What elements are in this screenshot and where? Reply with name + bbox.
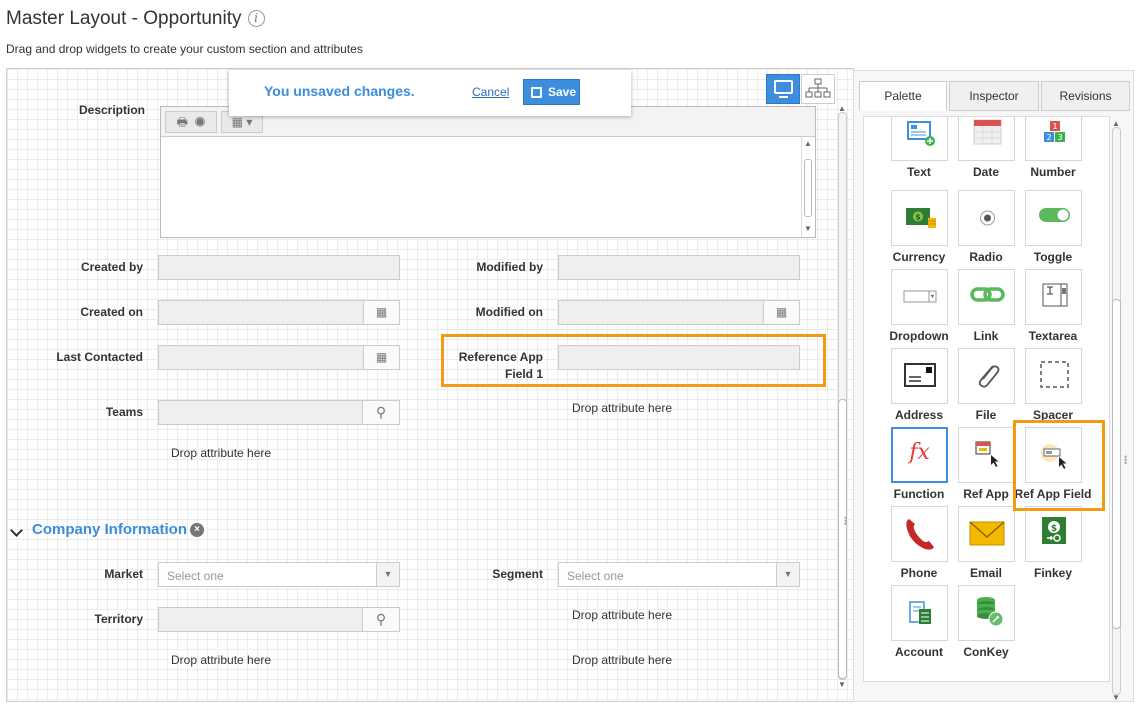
email-icon — [969, 521, 1005, 546]
monitor-icon — [774, 80, 793, 94]
modified-on-field[interactable]: ▦ — [558, 300, 800, 325]
territory-label: Territory — [94, 612, 143, 626]
address-widget-icon — [904, 363, 936, 387]
widget-finkey[interactable]: $ Finkey — [1023, 506, 1083, 586]
unsaved-notice: You unsaved changes. Cancel Save — [229, 70, 631, 116]
right-panel: Palette Inspector Revisions Text Date 1 … — [853, 70, 1134, 702]
textarea-widget-icon — [1042, 283, 1068, 307]
chevron-down-icon[interactable]: ▼ — [376, 562, 400, 587]
widget-textarea[interactable]: Textarea — [1023, 269, 1083, 349]
resize-grip[interactable]: • • • — [1124, 453, 1127, 468]
teams-label: Teams — [105, 405, 143, 419]
modified-by-label: Modified by — [476, 260, 543, 274]
segment-select[interactable]: Select one ▼ — [558, 562, 800, 587]
print-icon[interactable]: 🖶 ◉ — [165, 111, 217, 133]
widget-toggle[interactable]: Toggle — [1023, 190, 1083, 270]
drop-zone[interactable]: Drop attribute here — [572, 653, 672, 667]
calendar-icon[interactable]: ▦ — [763, 300, 800, 325]
svg-text:2: 2 — [1046, 133, 1051, 142]
drop-zone[interactable]: Drop attribute here — [572, 608, 672, 622]
function-icon: fx — [909, 440, 930, 465]
drop-zone[interactable]: Drop attribute here — [572, 401, 672, 415]
spacer-widget-icon — [1040, 361, 1069, 388]
territory-field[interactable]: ⚲ — [158, 607, 400, 632]
segment-label: Segment — [492, 567, 543, 581]
tree-view-button[interactable] — [801, 74, 835, 104]
svg-text:1: 1 — [1052, 122, 1057, 131]
tab-palette[interactable]: Palette — [859, 81, 947, 111]
unsaved-message: You unsaved changes. — [264, 83, 415, 99]
ref-app-widget-icon — [975, 441, 999, 467]
search-icon[interactable]: ⚲ — [362, 607, 400, 632]
widget-highlight — [1013, 420, 1105, 511]
created-on-label: Created on — [80, 305, 143, 319]
canvas-scrollbar[interactable]: ▲ ▼ — [835, 104, 849, 690]
info-icon[interactable]: i — [247, 10, 265, 27]
widget-conkey[interactable]: ConKey — [956, 585, 1016, 665]
description-label: Description — [78, 103, 145, 117]
save-icon — [531, 87, 542, 98]
conkey-icon — [977, 597, 1004, 627]
paperclip-icon — [978, 365, 1000, 388]
phone-icon — [906, 519, 934, 550]
resize-grip[interactable]: • • • — [844, 514, 847, 529]
search-icon[interactable]: ⚲ — [362, 400, 400, 425]
finkey-icon: $ — [1042, 517, 1066, 544]
svg-text:$: $ — [915, 213, 921, 222]
widget-spacer[interactable]: Spacer — [1023, 348, 1083, 428]
cancel-link[interactable]: Cancel — [472, 85, 509, 99]
number-widget-icon: 1 2 3 — [1044, 121, 1065, 142]
market-label: Market — [104, 567, 143, 581]
created-by-field[interactable] — [158, 255, 400, 280]
svg-text:3: 3 — [1057, 133, 1062, 142]
dropdown-widget-icon — [903, 290, 937, 303]
ref-app-field-input[interactable] — [558, 345, 800, 370]
teams-field[interactable]: ⚲ — [158, 400, 400, 425]
desktop-view-button[interactable] — [766, 74, 800, 104]
calendar-widget-icon — [973, 119, 1002, 145]
drop-zone[interactable]: Drop attribute here — [171, 653, 271, 667]
widget-palette: Text Date 1 2 3 Number $ Currency Radio … — [863, 116, 1110, 682]
calendar-icon[interactable]: ▦ — [363, 300, 400, 325]
drop-zone[interactable]: Drop attribute here — [171, 446, 271, 460]
tab-revisions[interactable]: Revisions — [1041, 81, 1130, 111]
created-by-label: Created by — [80, 260, 143, 274]
link-widget-icon — [970, 287, 1005, 302]
section-title[interactable]: Company Information — [32, 521, 187, 538]
palette-scrollbar[interactable]: ▲ ▼ — [1110, 119, 1124, 702]
radio-widget-icon — [980, 210, 995, 226]
widget-number[interactable]: 1 2 3 Number — [1023, 117, 1083, 185]
currency-widget-icon: $ — [906, 208, 936, 228]
editor-scrollbar[interactable]: ▲ ▼ — [801, 137, 814, 237]
save-button[interactable]: Save — [523, 79, 580, 105]
tab-inspector[interactable]: Inspector — [949, 81, 1039, 111]
market-select[interactable]: Select one ▼ — [158, 562, 400, 587]
modified-on-label: Modified on — [475, 305, 543, 319]
toggle-widget-icon — [1039, 208, 1070, 222]
account-icon — [909, 601, 931, 624]
svg-text:$: $ — [1051, 524, 1057, 534]
created-on-field[interactable]: ▦ — [158, 300, 400, 325]
modified-by-field[interactable] — [558, 255, 800, 280]
page-subtitle: Drag and drop widgets to create your cus… — [6, 42, 363, 56]
description-editor[interactable]: 🖶 ◉ ▦ ▾ ▲ ▼ — [160, 106, 816, 238]
page-title: Master Layout - Opportunity i — [6, 8, 265, 30]
last-contacted-label: Last Contacted — [56, 350, 143, 364]
calendar-icon[interactable]: ▦ — [363, 345, 400, 370]
chevron-down-icon[interactable]: ▼ — [776, 562, 800, 587]
ref-app-field-label: Reference App Field 1 — [458, 350, 543, 381]
remove-section-icon[interactable]: × — [190, 523, 204, 537]
text-widget-icon — [907, 121, 935, 146]
last-contacted-field[interactable]: ▦ — [158, 345, 400, 370]
sitemap-icon — [805, 78, 831, 98]
